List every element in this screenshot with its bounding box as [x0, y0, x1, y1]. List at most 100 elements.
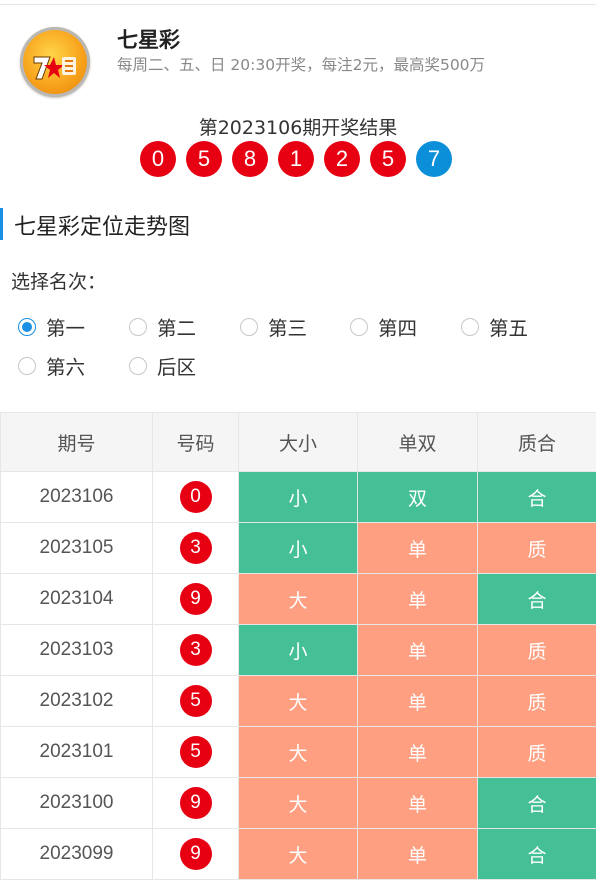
parity-cell: 单 [358, 778, 478, 829]
prime-cell: 质 [478, 625, 596, 676]
winning-number-ball: 7 [416, 141, 452, 177]
table-row: 2023102 5大单质 [1, 676, 596, 727]
issue-cell: 2023103 [1, 625, 153, 676]
prime-cell: 合 [478, 574, 596, 625]
parity-cell: 单 [358, 829, 478, 880]
prime-cell: 合 [478, 778, 596, 829]
number-cell: 9 [153, 574, 239, 625]
number-cell: 9 [153, 829, 239, 880]
number-ball: 9 [180, 838, 212, 870]
radio-option-4[interactable]: 第四 [350, 312, 417, 341]
parity-cell: 单 [358, 625, 478, 676]
radio-circle[interactable] [18, 357, 36, 375]
size-cell: 小 [239, 472, 358, 523]
radio-label: 第一 [46, 312, 85, 341]
issue-cell: 2023105 [1, 523, 153, 574]
issue-cell: 2023099 [1, 829, 153, 880]
radio-option-7[interactable]: 后区 [129, 351, 196, 380]
radio-circle[interactable] [461, 318, 479, 336]
table-row: 2023104 9大单合 [1, 574, 596, 625]
issue-cell: 2023100 [1, 778, 153, 829]
table-row: 2023101 5大单质 [1, 727, 596, 778]
number-ball: 5 [180, 736, 212, 768]
table-row: 2023103 3小单质 [1, 625, 596, 676]
number-ball: 3 [180, 532, 212, 564]
header-size: 大小 [239, 413, 358, 472]
size-cell: 大 [239, 727, 358, 778]
section-accent-bar [0, 208, 3, 240]
parity-cell: 单 [358, 523, 478, 574]
radio-label: 第四 [378, 312, 417, 341]
radio-circle[interactable] [129, 318, 147, 336]
lottery-logo [20, 27, 90, 97]
draw-schedule: 每周二、五、日 20:30开奖，每注2元，最高奖500万 [117, 53, 485, 75]
prime-cell: 合 [478, 829, 596, 880]
winning-numbers: 0581257 [140, 141, 462, 177]
prime-cell: 质 [478, 727, 596, 778]
winning-number-ball: 8 [232, 141, 268, 177]
radio-label: 后区 [157, 351, 196, 380]
top-divider [0, 4, 596, 5]
draw-result-title: 第2023106期开奖结果 [0, 113, 596, 140]
winning-number-ball: 2 [324, 141, 360, 177]
radio-option-3[interactable]: 第三 [240, 312, 307, 341]
radio-label: 第六 [46, 351, 85, 380]
app-title: 七星彩 [117, 24, 180, 54]
radio-option-6[interactable]: 第六 [18, 351, 85, 380]
radio-circle[interactable] [18, 318, 36, 336]
size-cell: 大 [239, 829, 358, 880]
number-cell: 5 [153, 727, 239, 778]
position-select-label: 选择名次： [11, 267, 106, 294]
radio-circle[interactable] [129, 357, 147, 375]
number-cell: 3 [153, 523, 239, 574]
table-row: 2023105 3小单质 [1, 523, 596, 574]
radio-option-2[interactable]: 第二 [129, 312, 196, 341]
table-row: 2023106 0小双合 [1, 472, 596, 523]
number-cell: 5 [153, 676, 239, 727]
issue-cell: 2023106 [1, 472, 153, 523]
winning-number-ball: 1 [278, 141, 314, 177]
trend-table: 期号 号码 大小 单双 质合 20231060小双合20231053小单质202… [0, 412, 596, 880]
parity-cell: 双 [358, 472, 478, 523]
header-issue: 期号 [1, 413, 153, 472]
radio-label: 第三 [268, 312, 307, 341]
header-number: 号码 [153, 413, 239, 472]
radio-option-5[interactable]: 第五 [461, 312, 528, 341]
winning-number-ball: 0 [140, 141, 176, 177]
prime-cell: 合 [478, 472, 596, 523]
size-cell: 大 [239, 778, 358, 829]
number-ball: 9 [180, 583, 212, 615]
table-header-row: 期号 号码 大小 单双 质合 [1, 413, 596, 472]
number-cell: 0 [153, 472, 239, 523]
parity-cell: 单 [358, 727, 478, 778]
number-ball: 0 [180, 481, 212, 513]
number-cell: 3 [153, 625, 239, 676]
issue-cell: 2023104 [1, 574, 153, 625]
number-ball: 5 [180, 685, 212, 717]
radio-option-1-selected[interactable]: 第一 [18, 312, 85, 341]
winning-number-ball: 5 [186, 141, 222, 177]
radio-label: 第二 [157, 312, 196, 341]
size-cell: 小 [239, 523, 358, 574]
table-row: 2023100 9大单合 [1, 778, 596, 829]
radio-circle[interactable] [350, 318, 368, 336]
size-cell: 大 [239, 574, 358, 625]
radio-circle[interactable] [240, 318, 258, 336]
number-ball: 9 [180, 787, 212, 819]
number-ball: 3 [180, 634, 212, 666]
section-title: 七星彩定位走势图 [14, 209, 190, 241]
header-prime: 质合 [478, 413, 596, 472]
prime-cell: 质 [478, 676, 596, 727]
winning-number-ball: 5 [370, 141, 406, 177]
header-parity: 单双 [358, 413, 478, 472]
parity-cell: 单 [358, 574, 478, 625]
issue-cell: 2023101 [1, 727, 153, 778]
radio-label: 第五 [489, 312, 528, 341]
parity-cell: 单 [358, 676, 478, 727]
table-row: 2023099 9大单合 [1, 829, 596, 880]
issue-cell: 2023102 [1, 676, 153, 727]
number-cell: 9 [153, 778, 239, 829]
size-cell: 小 [239, 625, 358, 676]
size-cell: 大 [239, 676, 358, 727]
prime-cell: 质 [478, 523, 596, 574]
